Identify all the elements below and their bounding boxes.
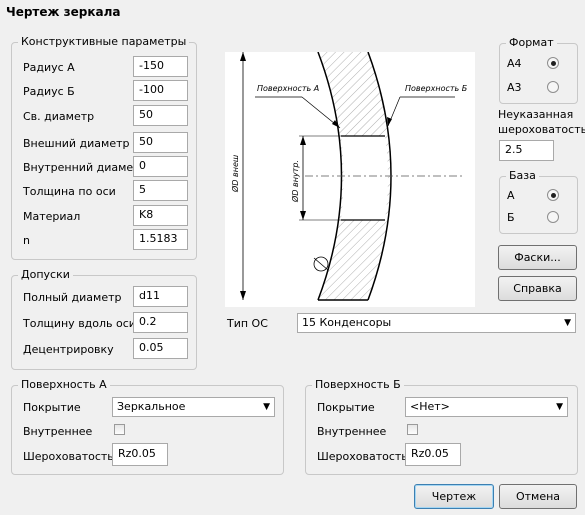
outer-diameter-label: Внешний диаметр xyxy=(23,137,130,150)
base-a-label: А xyxy=(507,189,515,202)
surface-a-roughness-input[interactable]: Rz0.05 xyxy=(112,443,168,466)
chamfers-button[interactable]: Фаски... xyxy=(498,245,577,270)
refractive-index-input[interactable]: 1.5183 xyxy=(133,229,188,250)
surface-b-roughness-label: Шероховатость xyxy=(317,450,408,463)
surface-a-roughness-label: Шероховатость xyxy=(23,450,114,463)
surface-a-coating-value: Зеркальное xyxy=(117,400,186,413)
inner-diameter-label: Внутренний диаметр xyxy=(23,161,147,174)
draw-button[interactable]: Чертеж xyxy=(414,484,494,509)
roughness-label-line2: шероховатость xyxy=(498,123,585,136)
surface-b-roughness-input[interactable]: Rz0.05 xyxy=(405,443,461,466)
radius-b-input[interactable]: -100 xyxy=(133,80,188,101)
os-type-value: 15 Конденсоры xyxy=(302,316,392,329)
chevron-down-icon: ▼ xyxy=(564,318,571,328)
outer-diameter-input[interactable]: 50 xyxy=(133,132,188,153)
material-label: Материал xyxy=(23,210,81,223)
os-type-select[interactable]: 15 Конденсоры ▼ xyxy=(297,313,576,333)
refractive-index-label: n xyxy=(23,234,30,247)
full-diameter-tol-label: Полный диаметр xyxy=(23,291,122,304)
window-title: Чертеж зеркала xyxy=(6,5,121,19)
clear-diameter-label: Св. диаметр xyxy=(23,110,95,123)
thickness-tol-input[interactable]: 0.2 xyxy=(133,312,188,333)
base-a-radio[interactable] xyxy=(547,189,559,201)
surface-b-inner-checkbox[interactable] xyxy=(407,424,418,435)
surface-a-coating-select[interactable]: Зеркальное ▼ xyxy=(112,397,275,417)
format-a3-radio[interactable] xyxy=(547,81,559,93)
axis-thickness-input[interactable]: 5 xyxy=(133,180,188,201)
mirror-drawing-svg: Поверхность А Поверхность Б ØD внеш ØD в… xyxy=(230,51,468,301)
base-b-radio[interactable] xyxy=(547,211,559,223)
base-legend: База xyxy=(506,169,539,182)
surface-b-coating-value: <Нет> xyxy=(410,400,450,413)
cancel-button[interactable]: Отмена xyxy=(499,484,577,509)
design-params-legend: Конструктивные параметры xyxy=(18,35,190,48)
format-a4-label: А4 xyxy=(507,57,522,70)
inner-diameter-dimension: ØD внутр. xyxy=(290,160,300,203)
surface-b-callout: Поверхность Б xyxy=(405,84,468,93)
base-b-label: Б xyxy=(507,211,515,224)
tolerances-legend: Допуски xyxy=(18,268,73,281)
surface-a-inner-label: Внутреннее xyxy=(23,425,93,438)
surface-a-coating-label: Покрытие xyxy=(23,401,81,414)
surface-b-legend: Поверхность Б xyxy=(312,378,404,391)
format-a3-label: А3 xyxy=(507,81,522,94)
radius-b-label: Радиус Б xyxy=(23,85,75,98)
material-input[interactable]: K8 xyxy=(133,205,188,226)
unspecified-roughness-input[interactable]: 2.5 xyxy=(499,140,554,161)
surface-a-inner-checkbox[interactable] xyxy=(114,424,125,435)
surface-b-coating-label: Покрытие xyxy=(317,401,375,414)
clear-diameter-input[interactable]: 50 xyxy=(133,105,188,126)
chevron-down-icon: ▼ xyxy=(556,402,563,412)
format-group: Формат xyxy=(499,36,578,104)
help-button[interactable]: Справка xyxy=(498,276,577,301)
base-group: База xyxy=(499,169,578,234)
surface-b-inner-label: Внутреннее xyxy=(317,425,387,438)
radius-a-label: Радиус А xyxy=(23,61,75,74)
roughness-label-line1: Неуказанная xyxy=(498,108,574,121)
chevron-down-icon: ▼ xyxy=(263,402,270,412)
decentering-tol-label: Децентрировку xyxy=(23,343,114,356)
surface-a-legend: Поверхность А xyxy=(18,378,110,391)
inner-diameter-input[interactable]: 0 xyxy=(133,156,188,177)
axis-thickness-label: Толщина по оси xyxy=(23,185,116,198)
full-diameter-tol-input[interactable]: d11 xyxy=(133,286,188,307)
format-legend: Формат xyxy=(506,36,557,49)
mirror-drawing: Поверхность А Поверхность Б ØD внеш ØD в… xyxy=(225,51,475,307)
surface-b-coating-select[interactable]: <Нет> ▼ xyxy=(405,397,568,417)
thickness-tol-label: Толщину вдоль оси xyxy=(23,317,136,330)
format-a4-radio[interactable] xyxy=(547,57,559,69)
radius-a-input[interactable]: -150 xyxy=(133,56,188,77)
os-type-label: Тип ОС xyxy=(227,317,268,330)
decentering-tol-input[interactable]: 0.05 xyxy=(133,338,188,359)
outer-diameter-dimension: ØD внеш xyxy=(230,154,240,193)
surface-a-callout: Поверхность А xyxy=(257,84,319,93)
